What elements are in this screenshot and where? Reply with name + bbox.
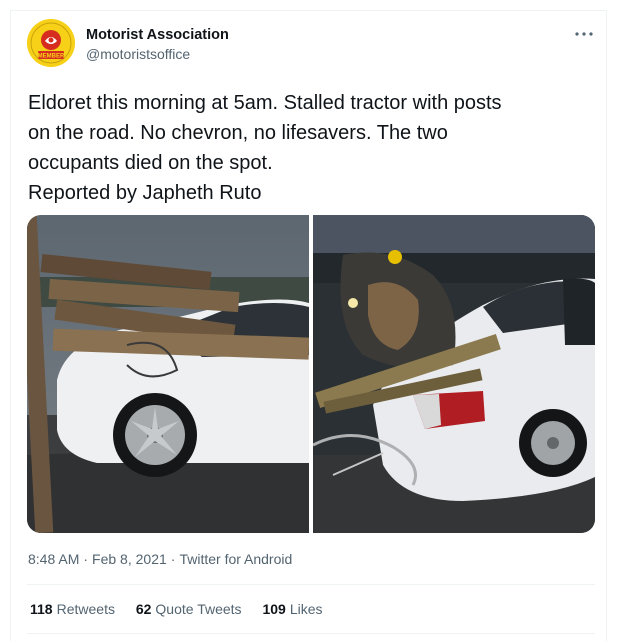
media-photo-1[interactable] — [27, 215, 309, 533]
tweet-client[interactable]: Twitter for Android — [179, 551, 292, 567]
quote-tweets-stat[interactable]: 62 Quote Tweets — [136, 601, 242, 617]
tweet-date[interactable]: Feb 8, 2021 — [92, 551, 167, 567]
more-options-button[interactable] — [570, 24, 598, 44]
tweet-line: Reported by Japheth Ruto — [28, 182, 262, 204]
tweet-line: Eldoret this morning at 5am. Stalled tra… — [28, 92, 502, 114]
quote-tweets-count: 62 — [135, 601, 152, 617]
retweets-count: 118 — [30, 601, 53, 617]
accident-photo-left — [27, 215, 309, 533]
tweet-line: occupants died on the spot. — [28, 152, 273, 174]
avatar-badge-text: MEMBER — [38, 54, 65, 60]
tweet-text: Eldoret this morning at 5am. Stalled tra… — [28, 88, 598, 208]
likes-label: Likes — [289, 601, 323, 617]
tweet-time[interactable]: 8:48 AM — [28, 551, 79, 567]
meta-separator: · — [170, 551, 176, 567]
meta-separator: · — [83, 551, 89, 567]
likes-stat[interactable]: 109 Likes — [262, 601, 322, 617]
retweets-stat[interactable]: 118 Retweets — [30, 601, 115, 617]
divider — [27, 584, 595, 585]
likes-count: 109 — [262, 601, 286, 617]
author-handle[interactable]: @motoristsoffice — [86, 46, 190, 62]
divider — [27, 633, 595, 634]
motorist-logo-icon: MEMBER — [27, 19, 75, 67]
more-horizontal-icon — [575, 32, 593, 36]
quote-tweets-label: Quote Tweets — [155, 601, 242, 617]
tweet-stats: 118 Retweets 62 Quote Tweets 109 Likes — [30, 601, 340, 617]
tweet-media — [27, 215, 595, 533]
accident-photo-right — [313, 215, 595, 533]
tweet-line: on the road. No chevron, no lifesavers. … — [28, 122, 448, 144]
author-avatar[interactable]: MEMBER — [27, 19, 75, 67]
author-name[interactable]: Motorist Association — [86, 27, 229, 43]
retweets-label: Retweets — [56, 601, 115, 617]
media-photo-2[interactable] — [313, 215, 595, 533]
tweet-meta: 8:48 AM · Feb 8, 2021 · Twitter for Android — [28, 551, 292, 567]
